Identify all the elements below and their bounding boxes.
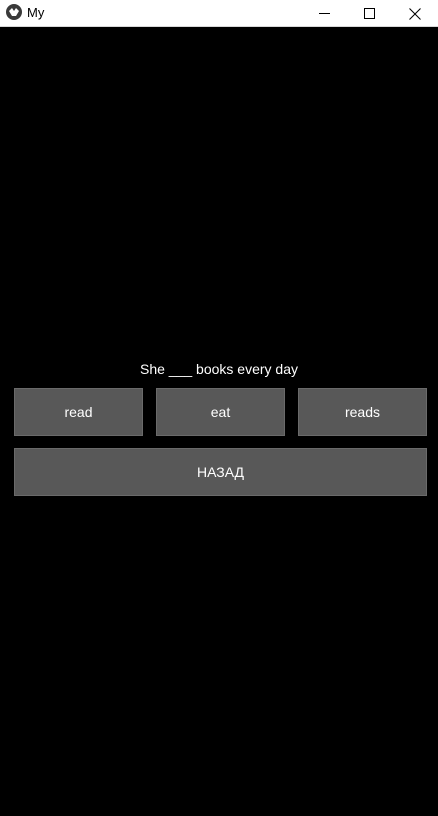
back-button[interactable]: НАЗАД [14,448,427,496]
maximize-icon [363,8,375,19]
answer-button-reads[interactable]: reads [298,388,427,436]
answer-button-read[interactable]: read [14,388,143,436]
minimize-icon [318,13,330,14]
minimize-button[interactable] [301,0,347,27]
close-icon [409,7,421,20]
close-button[interactable] [392,0,438,27]
question-label: She ___ books every day [140,361,298,377]
app-icon [6,4,22,20]
answer-button-eat[interactable]: eat [156,388,285,436]
maximize-button[interactable] [346,0,392,27]
app-canvas: She ___ books every day read eat reads Н… [0,28,438,816]
window-title: My [27,5,45,20]
title-bar[interactable]: My [0,0,438,27]
